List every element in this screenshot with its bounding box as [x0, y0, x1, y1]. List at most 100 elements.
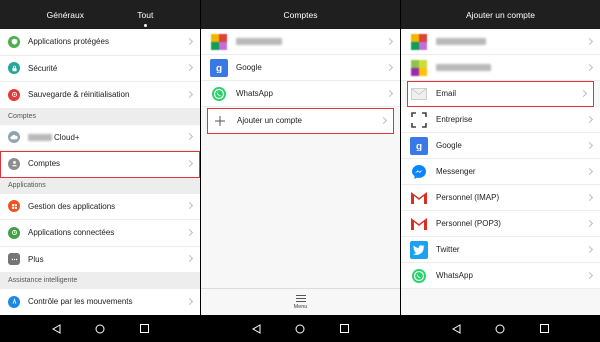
home-icon[interactable]: [278, 324, 322, 334]
page-title: Ajouter un compte: [466, 9, 535, 20]
chevron-right-icon: [385, 89, 394, 97]
row-blurred-app-2[interactable]: [401, 55, 600, 81]
row-securite[interactable]: Sécurité: [0, 55, 200, 82]
row-controle-mouvements[interactable]: Contrôle par les mouvements: [0, 289, 200, 315]
row-label: WhatsApp: [236, 89, 273, 98]
row-label: Sauvegarde & réinitialisation: [28, 90, 130, 100]
accounts-panel: Comptes g Google WhatsApp Ajouter un com…: [201, 0, 400, 315]
email-icon: [410, 85, 428, 103]
account-icon: [8, 157, 20, 170]
chevron-right-icon: [185, 64, 194, 72]
section-comptes: Comptes: [0, 108, 200, 125]
whatsapp-icon: [210, 85, 228, 103]
navbar-group-3: [400, 315, 600, 342]
google-icon: g: [410, 136, 428, 155]
svg-text:g: g: [216, 63, 222, 73]
back-icon[interactable]: [434, 323, 478, 334]
lock-icon: [8, 62, 20, 75]
chevron-right-icon: [585, 63, 594, 71]
recents-icon[interactable]: [322, 324, 366, 333]
tab-tout[interactable]: Tout: [133, 10, 157, 27]
back-icon[interactable]: [234, 323, 278, 334]
chevron-right-icon: [185, 255, 194, 263]
row-comptes[interactable]: Comptes: [0, 151, 200, 178]
row-gestion-applications[interactable]: Gestion des applications: [0, 193, 200, 220]
row-label: Twitter: [436, 245, 460, 254]
navbar-group-1: [0, 315, 200, 342]
menu-button[interactable]: Menu: [201, 288, 400, 315]
row-label: Cloud+: [54, 132, 80, 142]
backup-icon: [8, 88, 20, 101]
chevron-right-icon: [185, 37, 194, 45]
add-account-header: Ajouter un compte: [401, 0, 600, 29]
home-icon[interactable]: [478, 324, 522, 334]
chevron-right-icon: [579, 89, 588, 97]
row-label: Personnel (IMAP): [436, 193, 500, 202]
blurred-app-icon: [410, 59, 428, 77]
row-personnel-pop3[interactable]: Personnel (POP3): [401, 211, 600, 237]
shield-icon: [8, 35, 20, 48]
row-label: Comptes: [28, 159, 61, 169]
row-blurred-account[interactable]: [201, 29, 400, 55]
row-sauvegarde[interactable]: Sauvegarde & réinitialisation: [0, 82, 200, 109]
chevron-right-icon: [385, 37, 394, 45]
enterprise-icon: [410, 111, 428, 129]
row-cloud[interactable]: Cloud+: [0, 124, 200, 151]
photos-icon: [410, 33, 428, 51]
twitter-icon: [410, 240, 428, 259]
chevron-right-icon: [385, 63, 394, 71]
chevron-right-icon: [185, 90, 194, 98]
row-label: Google: [236, 63, 262, 72]
row-whatsapp[interactable]: WhatsApp: [401, 263, 600, 289]
row-applications-connectees[interactable]: Applications connectées: [0, 220, 200, 247]
menu-label: Menu: [293, 303, 308, 310]
chevron-right-icon: [185, 228, 194, 236]
messenger-icon: [410, 163, 428, 181]
row-applications-protegees[interactable]: Applications protégées: [0, 29, 200, 56]
chevron-right-icon: [585, 245, 594, 253]
chevron-right-icon: [585, 193, 594, 201]
row-blurred-app-1[interactable]: [401, 29, 600, 55]
row-label: Email: [436, 89, 457, 98]
chevron-right-icon: [585, 167, 594, 175]
row-google-account[interactable]: g Google: [201, 55, 400, 81]
row-messenger[interactable]: Messenger: [401, 159, 600, 185]
android-navbar: [0, 315, 600, 342]
google-icon: g: [210, 58, 228, 77]
chevron-right-icon: [585, 219, 594, 227]
gmail-icon: [410, 215, 428, 233]
row-whatsapp-account[interactable]: WhatsApp: [201, 81, 400, 107]
back-icon[interactable]: [34, 323, 78, 334]
home-icon[interactable]: [78, 324, 122, 334]
row-twitter[interactable]: Twitter: [401, 237, 600, 263]
recents-icon[interactable]: [122, 324, 166, 333]
add-account-label: Ajouter un compte: [237, 116, 302, 125]
whatsapp-icon: [410, 267, 428, 285]
blurred-app-name: [436, 38, 486, 45]
link-icon: [8, 226, 20, 239]
row-entreprise[interactable]: Entreprise: [401, 107, 600, 133]
screenshot-root: Généraux Tout Applications protégées Séc…: [0, 0, 600, 342]
row-label: Contrôle par les mouvements: [28, 297, 133, 307]
row-label: Plus: [28, 254, 44, 264]
row-label: Applications protégées: [28, 37, 109, 47]
row-label: WhatsApp: [436, 271, 473, 280]
row-google[interactable]: g Google: [401, 133, 600, 159]
chevron-right-icon: [185, 202, 194, 210]
row-label: Gestion des applications: [28, 201, 116, 211]
add-account-panel: Ajouter un compte Email Entreprise g Goo…: [401, 0, 600, 315]
blurred-brand: [28, 133, 52, 141]
row-label: Messenger: [436, 167, 476, 176]
row-plus[interactable]: Plus: [0, 246, 200, 273]
photos-icon: [210, 33, 228, 51]
add-account-button[interactable]: Ajouter un compte: [207, 108, 394, 134]
chevron-right-icon: [585, 141, 594, 149]
blurred-account-name: [236, 38, 282, 45]
tab-generaux[interactable]: Généraux: [43, 10, 88, 20]
section-applications: Applications: [0, 177, 200, 194]
recents-icon[interactable]: [522, 324, 566, 333]
row-email[interactable]: Email: [407, 81, 594, 107]
chevron-right-icon: [379, 116, 388, 124]
row-personnel-imap[interactable]: Personnel (IMAP): [401, 185, 600, 211]
section-assistance: Assistance intelligente: [0, 273, 200, 289]
